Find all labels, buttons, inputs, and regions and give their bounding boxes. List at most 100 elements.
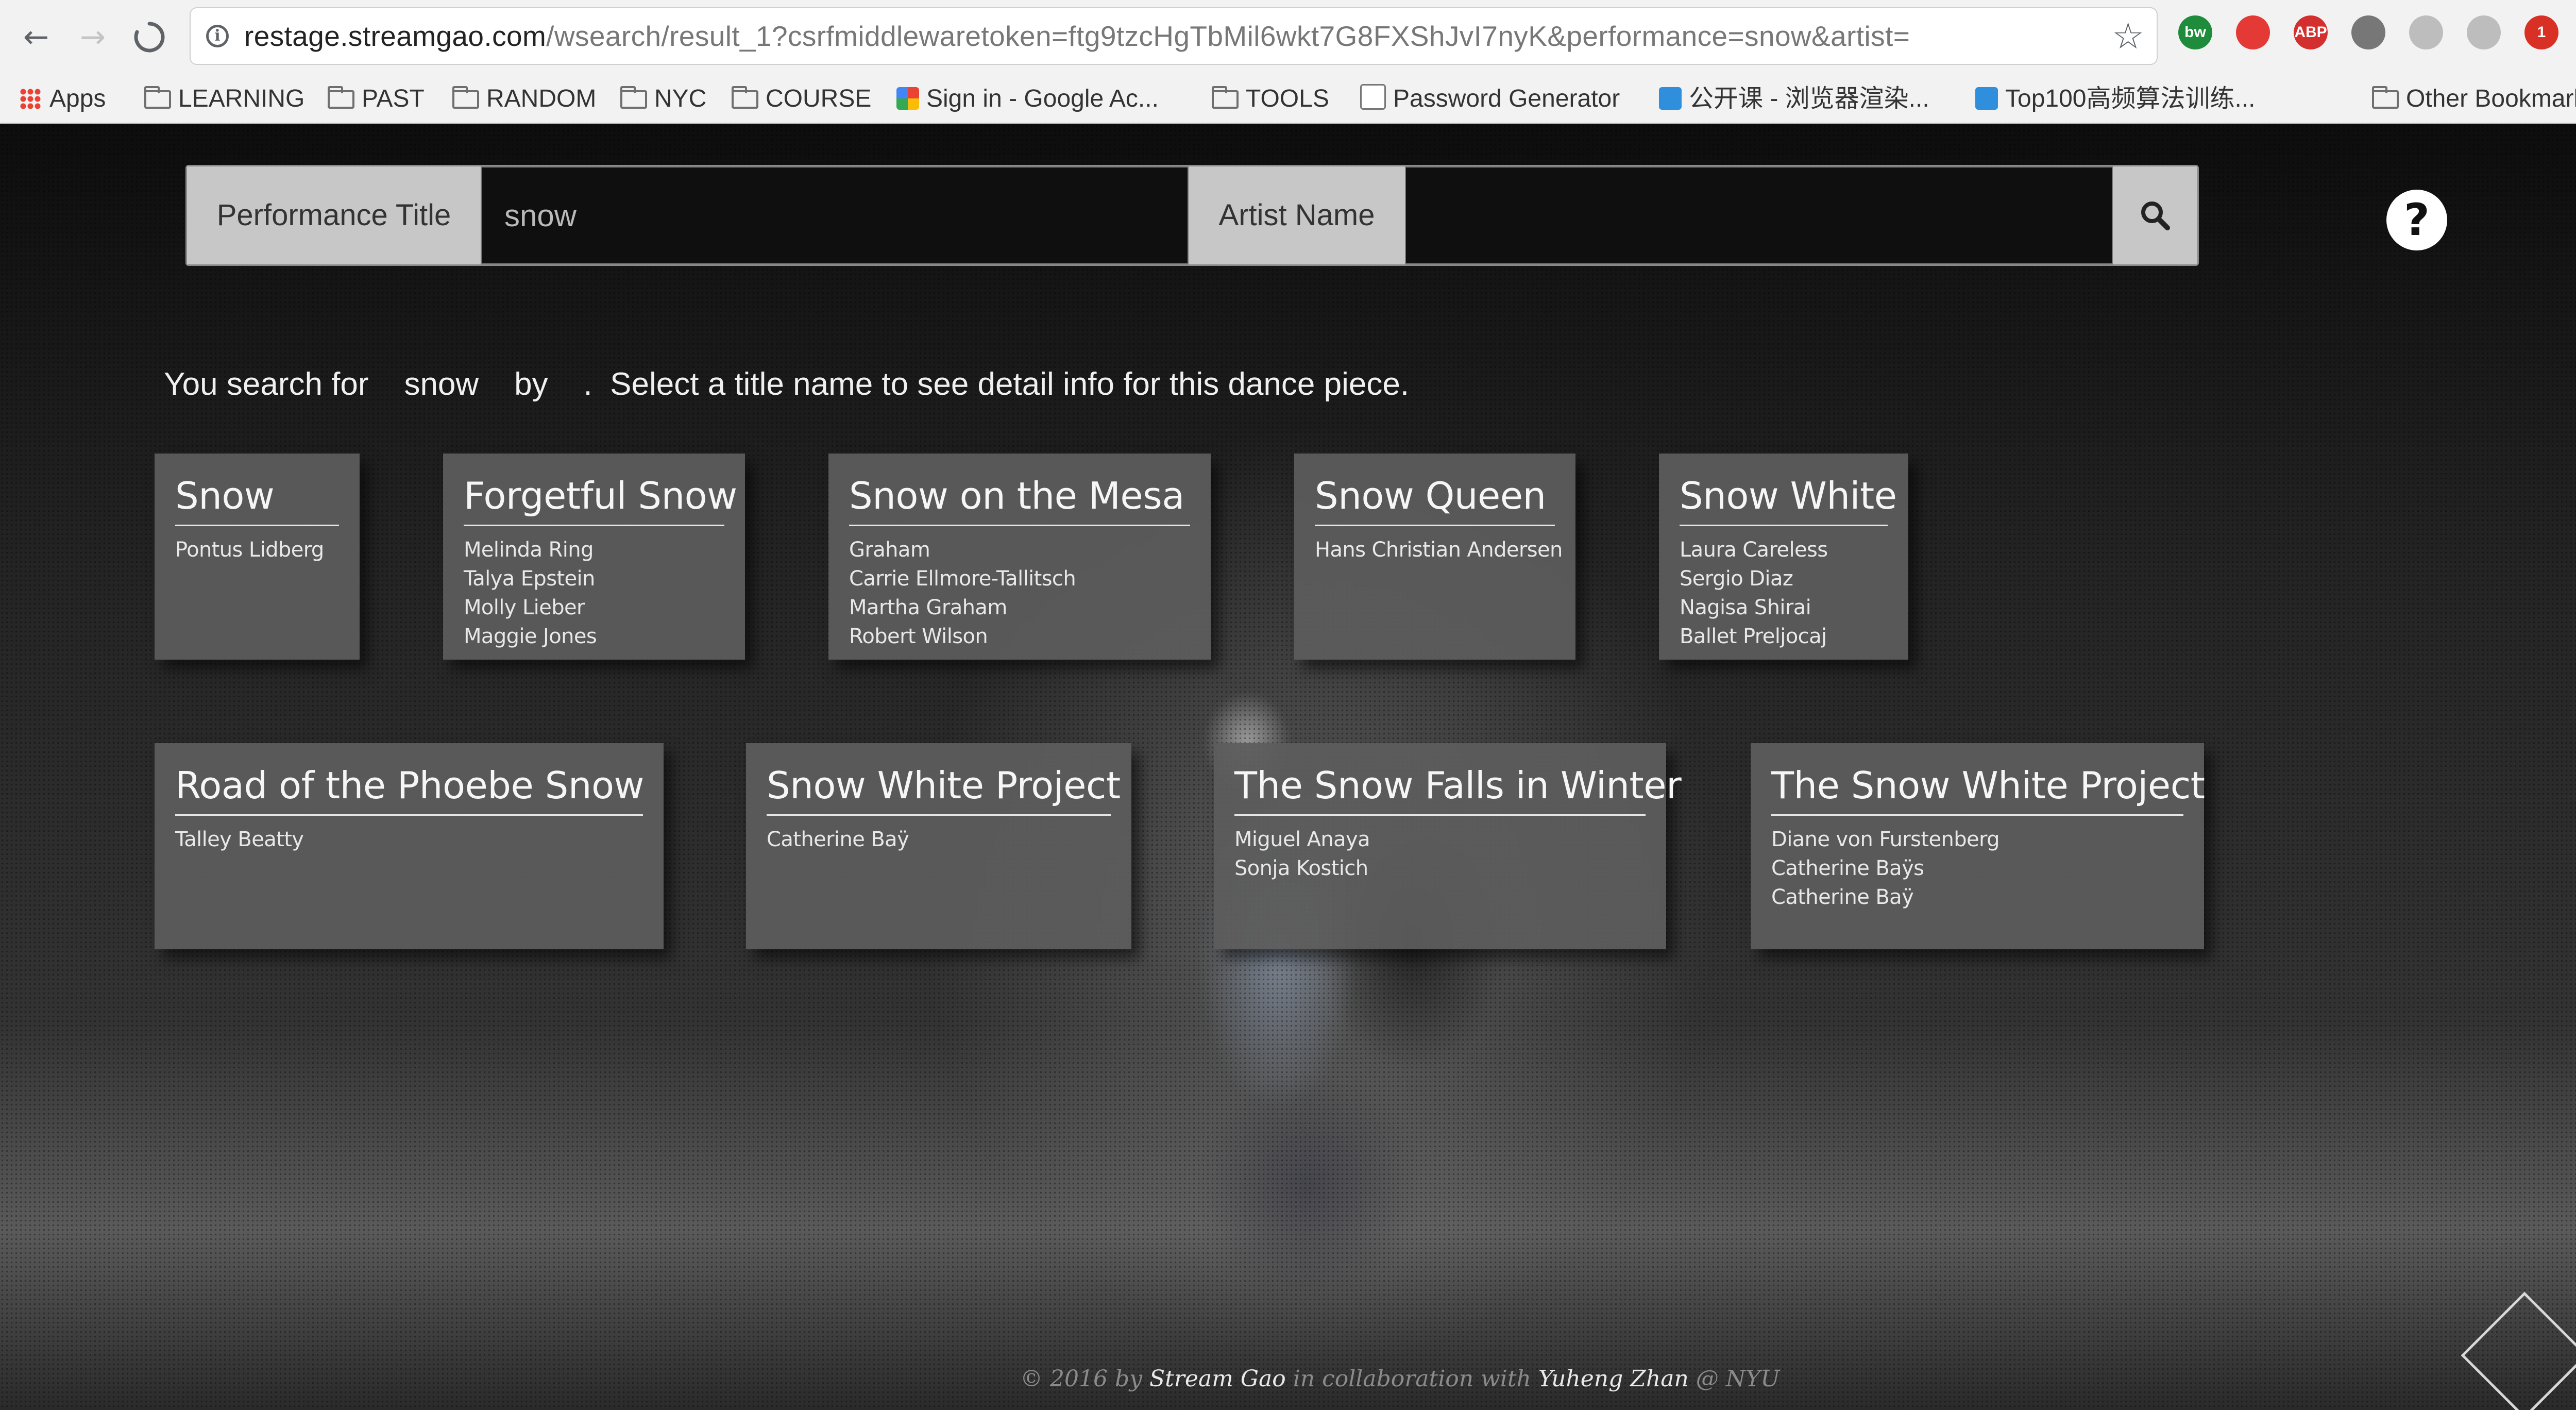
result-artist-list: Pontus Lidberg: [175, 535, 339, 564]
bookmark-item[interactable]: TOOLS: [1212, 75, 1329, 123]
artist-name: Sonja Kostich: [1234, 857, 1368, 880]
artist-name: Laura Careless: [1680, 538, 1828, 562]
bookmark-label: Sign in - Google Ac...: [926, 85, 1159, 112]
summary-suffix: . Select a title name to see detail info…: [583, 366, 1410, 402]
bookmark-item[interactable]: Top100高频算法训练...: [1975, 75, 2256, 123]
bookmark-label: Password Generator: [1393, 85, 1620, 112]
result-title-link[interactable]: Snow Queen: [1315, 474, 1555, 526]
page-icon: [1360, 84, 1386, 110]
footer: © 2016 by Stream Gao in collaboration wi…: [1020, 1366, 1780, 1392]
bw-extension-icon[interactable]: bw: [2178, 15, 2212, 49]
calendar-extension-icon[interactable]: 1: [2524, 15, 2558, 49]
next-page-diamond-icon[interactable]: [2458, 1288, 2576, 1410]
search-button[interactable]: [2113, 166, 2197, 264]
folder-icon: [328, 86, 354, 109]
google-icon: [896, 87, 919, 110]
result-card[interactable]: The Snow White Project Diane von Furstenb…: [1751, 743, 2205, 949]
result-title-link[interactable]: Snow: [175, 474, 339, 526]
stop-extension-icon[interactable]: [2236, 15, 2270, 49]
shield-extension-icon[interactable]: [2351, 15, 2385, 49]
bookmark-label: LEARNING: [178, 85, 305, 112]
performance-title-label: Performance Title: [187, 166, 481, 264]
result-title-link[interactable]: The Snow Falls in Winter: [1234, 764, 1682, 816]
url-host: restage.streamgao.com: [244, 20, 547, 52]
result-title-link[interactable]: Road of the Phoebe Snow: [175, 764, 644, 816]
footer-author[interactable]: Stream Gao: [1149, 1366, 1286, 1392]
forward-arrow-icon[interactable]: →: [72, 16, 113, 58]
artist-name: Robert Wilson: [849, 625, 988, 648]
result-artist-list: Melinda Ring Talya Epstein Molly Lieber Mag…: [464, 535, 724, 651]
bookmark-star-icon[interactable]: ☆: [2112, 16, 2144, 56]
adblock-extension-icon[interactable]: ABP: [2294, 15, 2328, 49]
footer-copyright: © 2016 by: [1020, 1366, 1142, 1392]
result-artist-list: Diane von Furstenberg Catherine Baÿs Cathe…: [1771, 825, 2183, 912]
artist-name: Catherine Baÿ: [1771, 885, 1914, 909]
artist-name: Talya Epstein: [464, 567, 595, 591]
browser-toolbar: ← → i restage.streamgao.com/wsearch/resu…: [0, 0, 2576, 76]
result-card[interactable]: Forgetful Snow Melinda Ring Talya Epstein M…: [443, 454, 745, 660]
bookmark-item[interactable]: NYC: [620, 75, 706, 123]
result-title-link[interactable]: The Snow White Project: [1771, 764, 2205, 816]
bookmark-label: NYC: [654, 85, 707, 112]
result-title-link[interactable]: Snow on the Mesa: [849, 474, 1190, 526]
loading-spinner-icon[interactable]: [129, 16, 170, 58]
page-content: Performance Title Artist Name ? You sear…: [0, 124, 2576, 1410]
result-card[interactable]: The Snow Falls in Winter Miguel Anaya Sonj…: [1214, 743, 1682, 949]
bookmark-item[interactable]: Password Generator: [1360, 75, 1620, 123]
artist-name: Sergio Diaz: [1680, 567, 1793, 591]
summary-by: by: [514, 366, 548, 402]
bookmark-item[interactable]: RANDOM: [452, 75, 596, 123]
summary-query: snow: [404, 366, 479, 402]
artist-name: Ballet Preljocaj: [1680, 625, 1827, 648]
bookmarks-bar: Apps LEARNING PAST RANDOM NYC COURSE Sign in -…: [0, 75, 2576, 124]
artist-name-input[interactable]: [1405, 166, 2113, 264]
result-card[interactable]: Snow on the Mesa Graham Carrie Ellmore-Tal…: [828, 454, 1211, 660]
bookmark-item[interactable]: 公开课 - 浏览器渲染...: [1659, 75, 1929, 123]
folder-icon: [732, 86, 758, 109]
bookmark-item[interactable]: PAST: [328, 75, 425, 123]
artist-name: Martha Graham: [849, 596, 1007, 619]
drive-extension-icon[interactable]: [2467, 15, 2501, 49]
site-icon: [1659, 87, 1682, 110]
other-bookmarks[interactable]: Other Bookmarks: [2372, 75, 2576, 123]
bookmark-item[interactable]: COURSE: [732, 75, 871, 123]
result-title-link[interactable]: Snow White Project: [767, 764, 1121, 816]
other-bookmarks-label: Other Bookmarks: [2406, 85, 2576, 112]
artist-name: Hans Christian Andersen: [1315, 538, 1563, 562]
bookmark-label: Top100高频算法训练...: [2005, 85, 2256, 112]
result-card[interactable]: Snow Pontus Lidberg: [155, 454, 360, 660]
bookmark-label: PAST: [362, 85, 425, 112]
folder-icon: [452, 86, 479, 109]
result-card[interactable]: Snow Queen Hans Christian Andersen: [1294, 454, 1575, 660]
artist-name: Maggie Jones: [464, 625, 597, 648]
address-bar[interactable]: i restage.streamgao.com/wsearch/result_1…: [190, 7, 2158, 65]
footer-partner[interactable]: Yuheng Zhan: [1538, 1366, 1689, 1392]
search-summary: You search for snow by . Select a title …: [164, 366, 1409, 407]
result-card[interactable]: Road of the Phoebe Snow Talley Beatty: [155, 743, 664, 949]
artist-name-label: Artist Name: [1189, 166, 1405, 264]
bookmark-item[interactable]: Sign in - Google Ac...: [896, 75, 1159, 123]
result-card[interactable]: Snow White Laura Careless Sergio Diaz Nagis…: [1659, 454, 1908, 660]
url-text[interactable]: restage.streamgao.com/wsearch/result_1?c…: [244, 8, 1910, 64]
artist-name: Talley Beatty: [175, 828, 304, 851]
bookmark-label: RANDOM: [486, 85, 597, 112]
back-arrow-icon[interactable]: ←: [15, 16, 57, 58]
bookmark-label: Apps: [49, 85, 106, 112]
artist-name: Miguel Anaya: [1234, 828, 1370, 851]
result-title-link[interactable]: Forgetful Snow: [464, 474, 737, 526]
bookmark-item[interactable]: Apps: [20, 75, 106, 123]
artist-name: Molly Lieber: [464, 596, 585, 619]
bookmark-item[interactable]: LEARNING: [144, 75, 304, 123]
result-artist-list: Hans Christian Andersen: [1315, 535, 1563, 564]
artist-name: Graham: [849, 538, 930, 562]
result-artist-list: Talley Beatty: [175, 825, 643, 854]
react-extension-icon[interactable]: [2409, 15, 2443, 49]
result-card[interactable]: Snow White Project Catherine Baÿ: [746, 743, 1131, 949]
artist-name: Diane von Furstenberg: [1771, 828, 2000, 851]
info-icon[interactable]: i: [206, 25, 229, 47]
folder-icon: [144, 86, 171, 109]
result-title-link[interactable]: Snow White: [1680, 474, 1897, 526]
footer-collab: in collaboration with: [1293, 1366, 1531, 1392]
performance-title-input[interactable]: [481, 166, 1189, 264]
help-question-icon[interactable]: ?: [2386, 190, 2447, 250]
